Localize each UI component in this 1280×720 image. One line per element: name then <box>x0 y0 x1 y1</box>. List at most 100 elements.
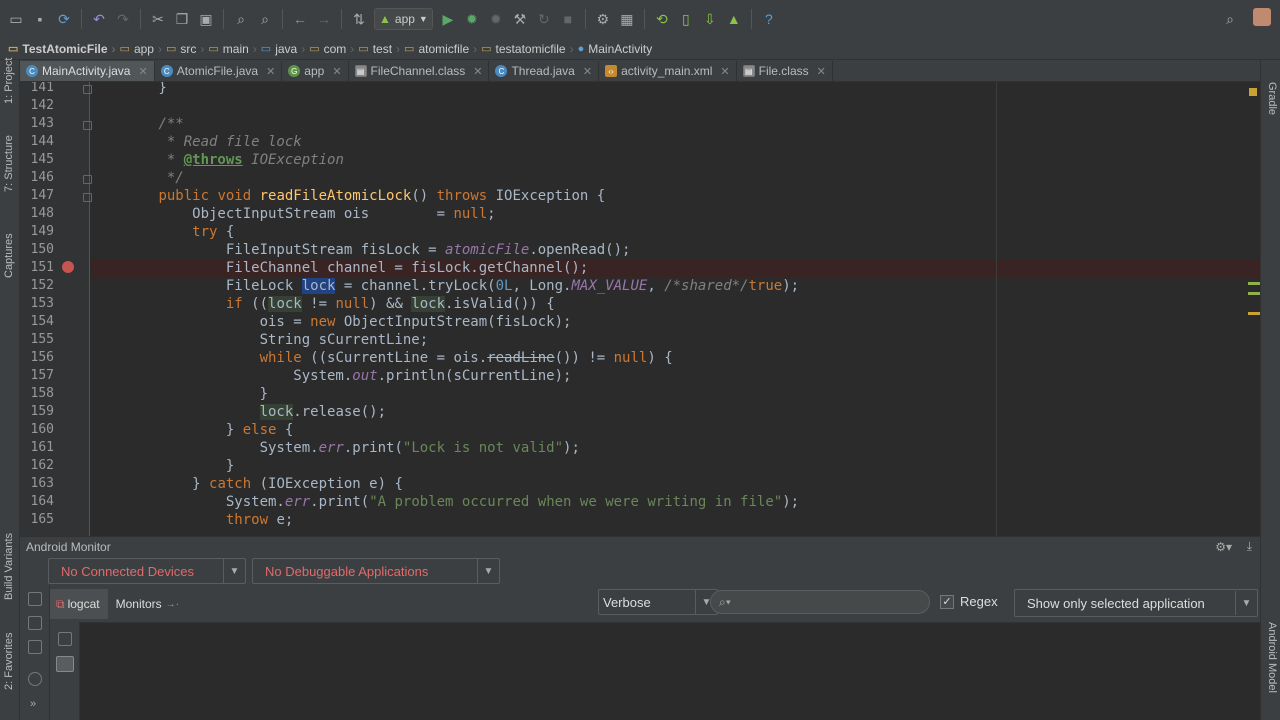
rerun-icon[interactable]: ↻ <box>533 8 555 30</box>
restore-icon: →· <box>165 598 179 610</box>
log-level-value: Verbose <box>603 594 651 610</box>
chevron-down-icon: ▼ <box>1235 591 1257 615</box>
settings-gear-icon[interactable]: ⚙▾ <box>1215 540 1232 554</box>
debug-icon[interactable]: ✹ <box>461 8 483 30</box>
sync-icon[interactable]: ⟳ <box>53 8 75 30</box>
tab-app[interactable]: Gapp ✕ <box>282 61 349 81</box>
filter-dropdown[interactable]: Show only selected application ▼ <box>1014 589 1258 617</box>
paste-icon[interactable]: ▣ <box>195 8 217 30</box>
log-level-dropdown[interactable]: Verbose ▼ <box>598 589 718 615</box>
terminate-app-icon[interactable] <box>28 672 42 686</box>
screenshot-icon[interactable] <box>28 592 42 606</box>
close-icon[interactable]: ✕ <box>138 65 147 78</box>
close-icon[interactable]: ✕ <box>332 65 341 78</box>
breadcrumb-test[interactable]: ▭ test › <box>358 42 400 56</box>
tab-activity-main[interactable]: ‹› activity_main.xml ✕ <box>599 61 737 81</box>
tab-atomicfile[interactable]: C AtomicFile.java ✕ <box>155 61 283 81</box>
code-line: System.err.print("Lock is not valid"); <box>91 440 580 456</box>
hide-panel-icon[interactable]: ⤓ <box>1247 539 1252 554</box>
screen-record-icon[interactable] <box>28 616 42 630</box>
forward-icon[interactable]: → <box>313 8 335 30</box>
gradle-tool-button[interactable]: Gradle <box>1266 82 1278 115</box>
captures-tool-button[interactable]: Captures <box>3 233 15 278</box>
code-editor[interactable]: 141 142 143 144 145 146 147 148 149 150 … <box>20 82 1260 536</box>
save-all-icon[interactable]: ▪ <box>29 8 51 30</box>
android-device-monitor-icon[interactable]: ▲ <box>723 8 745 30</box>
attach-debugger-icon[interactable]: ✹ <box>485 8 507 30</box>
cut-icon[interactable]: ✂ <box>147 8 169 30</box>
line-number: 144 <box>30 134 54 149</box>
close-icon[interactable]: ✕ <box>720 65 729 78</box>
project-structure-icon[interactable]: ▦ <box>616 8 638 30</box>
scroll-to-end-icon[interactable] <box>56 656 74 672</box>
redo-icon[interactable]: ↷ <box>112 8 134 30</box>
tab-label: activity_main.xml <box>621 64 713 78</box>
clear-logcat-icon[interactable] <box>58 632 72 646</box>
breadcrumb-mainactivity[interactable]: ● MainActivity <box>578 42 653 56</box>
avd-manager-icon[interactable]: ▯ <box>675 8 697 30</box>
stop-icon[interactable]: ■ <box>557 8 579 30</box>
help-icon[interactable]: ? <box>758 8 780 30</box>
logcat-output[interactable] <box>20 622 1260 720</box>
code-line: ObjectInputStream ois = null; <box>91 206 496 222</box>
breadcrumb-app[interactable]: ▭ app › <box>120 42 162 56</box>
apply-changes-icon[interactable]: ⚒ <box>509 8 531 30</box>
system-info-icon[interactable] <box>28 640 42 654</box>
logcat-search-input[interactable]: ⌕▾ <box>710 590 930 614</box>
device-dropdown[interactable]: No Connected Devices ▼ <box>48 558 246 584</box>
warning-indicator-icon[interactable] <box>1249 88 1257 96</box>
gradle-sync-icon[interactable]: ⟲ <box>651 8 673 30</box>
close-icon[interactable]: ✕ <box>473 65 482 78</box>
breadcrumb-main[interactable]: ▭ main › <box>208 42 256 56</box>
code-line: * @throws IOException <box>91 152 344 168</box>
breadcrumb-src[interactable]: ▭ src › <box>166 42 204 56</box>
find-icon[interactable]: ⌕ <box>230 8 252 30</box>
close-icon[interactable]: ✕ <box>266 65 275 78</box>
code-area[interactable]: } /** * Read file lock * @throws IOExcep… <box>91 82 1260 536</box>
user-avatar-icon[interactable] <box>1253 8 1271 26</box>
breadcrumb-testatomicfile[interactable]: ▭ testatomicfile › <box>481 42 573 56</box>
breakpoint-icon[interactable] <box>62 261 74 273</box>
android-icon: ▲ <box>379 12 391 26</box>
breadcrumb-label: atomicfile <box>418 41 470 56</box>
close-icon[interactable]: ✕ <box>583 65 592 78</box>
copy-icon[interactable]: ❐ <box>171 8 193 30</box>
tab-mainactivity[interactable]: C MainActivity.java ✕ <box>20 61 155 81</box>
tab-logcat[interactable]: ⧉ logcat <box>48 589 108 619</box>
run-configuration-select[interactable]: ▲ app ▼ <box>374 8 433 30</box>
editor-tabs: C MainActivity.java ✕ C AtomicFile.java ✕ Ga… <box>20 60 1260 82</box>
process-dropdown[interactable]: No Debuggable Applications ▼ <box>252 558 500 584</box>
tab-file[interactable]: ▤ File.class ✕ <box>737 61 833 81</box>
search-everywhere-icon[interactable]: ⌕ <box>1219 8 1241 30</box>
breadcrumb-label: main <box>222 41 249 56</box>
regex-checkbox[interactable]: ✓ Regex <box>940 594 998 609</box>
back-icon[interactable]: ← <box>289 8 311 30</box>
editor-gutter[interactable]: 141 142 143 144 145 146 147 148 149 150 … <box>20 82 92 536</box>
breadcrumb-project[interactable]: ▭ TestAtomicFile › <box>8 42 116 56</box>
sdk-manager-icon[interactable]: ⇩ <box>699 8 721 30</box>
close-icon[interactable]: ✕ <box>817 65 826 78</box>
editor-scrollbar[interactable] <box>1246 82 1260 536</box>
breadcrumb-java[interactable]: ▭ java › <box>261 42 305 56</box>
breadcrumb-com[interactable]: ▭ com › <box>309 42 354 56</box>
line-number: 145 <box>30 152 54 167</box>
undo-icon[interactable]: ↶ <box>88 8 110 30</box>
class-icon: ● <box>577 42 585 55</box>
android-model-tool-button[interactable]: Android Model <box>1266 622 1278 693</box>
tab-filechannel[interactable]: ▤ FileChannel.class ✕ <box>349 61 490 81</box>
expand-icon[interactable]: » <box>30 698 36 710</box>
replace-icon[interactable]: ⌕ <box>254 8 276 30</box>
build-variants-tool-button[interactable]: Build Variants <box>3 533 15 600</box>
project-tool-button[interactable]: 1: Project <box>3 58 15 104</box>
open-folder-icon[interactable]: ▭ <box>5 8 27 30</box>
favorites-tool-button[interactable]: 2: Favorites <box>3 633 15 690</box>
code-line: } <box>91 458 235 474</box>
run-icon[interactable]: ▶ <box>437 8 459 30</box>
tab-monitors[interactable]: Monitors →· <box>108 589 187 619</box>
settings-icon[interactable]: ⚙ <box>592 8 614 30</box>
line-number: 150 <box>30 242 54 257</box>
tab-thread[interactable]: C Thread.java ✕ <box>489 61 600 81</box>
structure-tool-button[interactable]: 7: Structure <box>3 135 15 192</box>
breadcrumb-atomicfile[interactable]: ▭ atomicfile › <box>404 42 477 56</box>
make-project-icon[interactable]: ⇅ <box>348 8 370 30</box>
